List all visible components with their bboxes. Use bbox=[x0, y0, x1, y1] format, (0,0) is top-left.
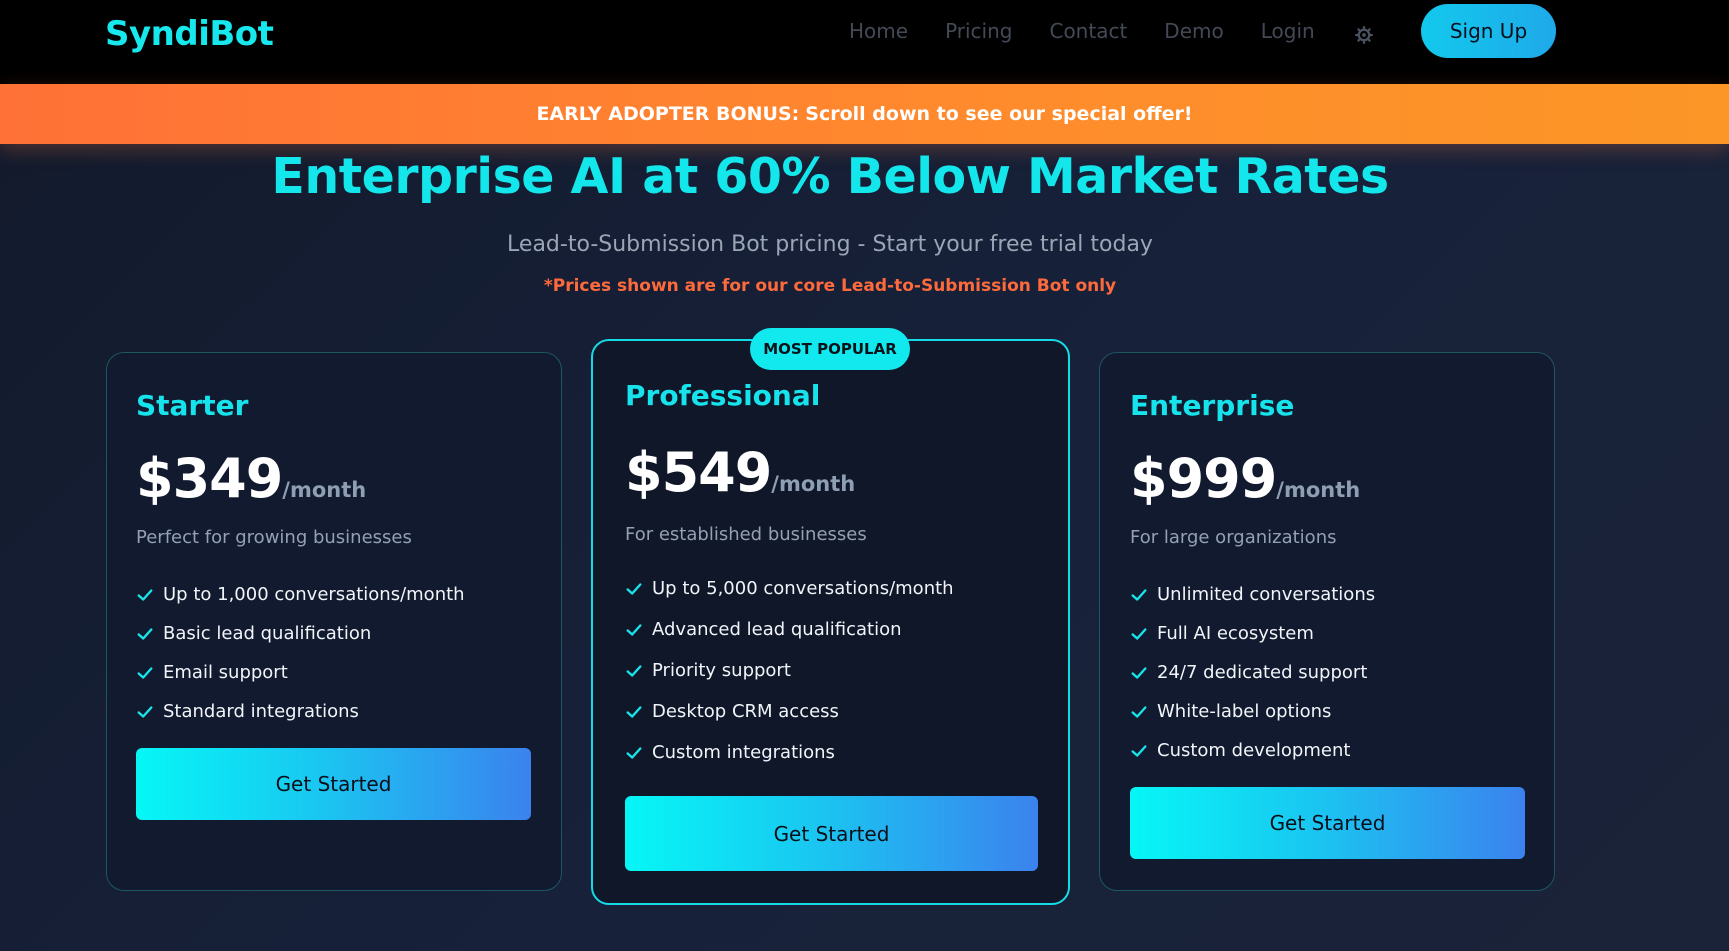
feature-text: Email support bbox=[163, 662, 288, 683]
plan-card-starter: Starter $349/month Perfect for growing b… bbox=[106, 352, 562, 891]
feature-text: White-label options bbox=[1157, 701, 1332, 722]
plan-price: $549/month bbox=[625, 441, 855, 504]
feature-text: Basic lead qualification bbox=[163, 623, 372, 644]
check-icon bbox=[1131, 627, 1147, 640]
nav-link-demo[interactable]: Demo bbox=[1164, 18, 1223, 44]
plan-name: Enterprise bbox=[1130, 389, 1295, 422]
feature-text: Custom integrations bbox=[652, 742, 835, 763]
check-icon bbox=[626, 664, 642, 677]
feature-list: Up to 1,000 conversations/month Basic le… bbox=[136, 575, 465, 731]
plan-description: For large organizations bbox=[1130, 527, 1337, 548]
price-amount: $549 bbox=[625, 441, 772, 504]
get-started-button[interactable]: Get Started bbox=[625, 796, 1038, 871]
banner-lead: EARLY ADOPTER BONUS: bbox=[536, 103, 800, 125]
plan-description: Perfect for growing businesses bbox=[136, 527, 412, 548]
feature-item: Unlimited conversations bbox=[1130, 575, 1375, 614]
feature-list: Up to 5,000 conversations/month Advanced… bbox=[625, 568, 954, 773]
feature-item: 24/7 dedicated support bbox=[1130, 653, 1375, 692]
pricing-note: *Prices shown are for our core Lead-to-S… bbox=[543, 276, 1117, 296]
banner-text: Scroll down to see our special offer! bbox=[805, 103, 1193, 125]
plan-name: Professional bbox=[625, 379, 821, 412]
feature-text: Unlimited conversations bbox=[1157, 584, 1376, 605]
feature-text: Priority support bbox=[652, 660, 791, 681]
feature-text: Full AI ecosystem bbox=[1157, 623, 1314, 644]
page-title: Enterprise AI at 60% Below Market Rates bbox=[271, 148, 1389, 205]
feature-text: Desktop CRM access bbox=[652, 701, 839, 722]
check-icon bbox=[626, 705, 642, 718]
feature-text: Custom development bbox=[1157, 740, 1351, 761]
plan-price: $999/month bbox=[1130, 447, 1360, 510]
feature-text: Standard integrations bbox=[163, 701, 359, 722]
check-icon bbox=[626, 746, 642, 759]
page-subtitle: Lead-to-Submission Bot pricing - Start y… bbox=[507, 232, 1153, 257]
gear-icon[interactable] bbox=[1353, 24, 1375, 46]
feature-item: Full AI ecosystem bbox=[1130, 614, 1375, 653]
plan-name: Starter bbox=[136, 389, 249, 422]
promo-banner: EARLY ADOPTER BONUS: Scroll down to see … bbox=[0, 84, 1729, 144]
feature-item: White-label options bbox=[1130, 692, 1375, 731]
feature-item: Advanced lead qualification bbox=[625, 609, 954, 650]
check-icon bbox=[1131, 744, 1147, 757]
plan-description: For established businesses bbox=[625, 524, 867, 545]
price-period: /month bbox=[1276, 478, 1361, 502]
top-nav: SyndiBot Home Pricing Contact Demo Login… bbox=[0, 0, 1729, 84]
check-icon bbox=[1131, 666, 1147, 679]
check-icon bbox=[137, 627, 153, 640]
feature-item: Up to 5,000 conversations/month bbox=[625, 568, 954, 609]
feature-item: Standard integrations bbox=[136, 692, 465, 731]
feature-item: Email support bbox=[136, 653, 465, 692]
feature-list: Unlimited conversations Full AI ecosyste… bbox=[1130, 575, 1375, 770]
nav-link-home[interactable]: Home bbox=[849, 18, 908, 44]
plan-price: $349/month bbox=[136, 447, 366, 510]
price-amount: $349 bbox=[136, 447, 283, 510]
nav-links: Home Pricing Contact Demo Login bbox=[849, 18, 1352, 44]
get-started-button[interactable]: Get Started bbox=[1130, 787, 1525, 859]
price-period: /month bbox=[282, 478, 367, 502]
price-amount: $999 bbox=[1130, 447, 1277, 510]
check-icon bbox=[1131, 705, 1147, 718]
feature-text: Up to 5,000 conversations/month bbox=[652, 578, 954, 599]
feature-text: Advanced lead qualification bbox=[652, 619, 902, 640]
check-icon bbox=[137, 588, 153, 601]
feature-item: Priority support bbox=[625, 650, 954, 691]
feature-item: Desktop CRM access bbox=[625, 691, 954, 732]
plan-card-enterprise: Enterprise $999/month For large organiza… bbox=[1099, 352, 1555, 891]
feature-item: Custom development bbox=[1130, 731, 1375, 770]
feature-text: 24/7 dedicated support bbox=[1157, 662, 1368, 683]
check-icon bbox=[1131, 588, 1147, 601]
get-started-button[interactable]: Get Started bbox=[136, 748, 531, 820]
price-period: /month bbox=[771, 472, 856, 496]
plan-card-professional: Professional $549/month For established … bbox=[591, 339, 1070, 905]
most-popular-badge: MOST POPULAR bbox=[750, 328, 910, 370]
feature-item: Up to 1,000 conversations/month bbox=[136, 575, 465, 614]
check-icon bbox=[137, 666, 153, 679]
nav-link-login[interactable]: Login bbox=[1261, 18, 1315, 44]
nav-link-contact[interactable]: Contact bbox=[1049, 18, 1127, 44]
logo[interactable]: SyndiBot bbox=[105, 14, 274, 54]
feature-item: Custom integrations bbox=[625, 732, 954, 773]
feature-text: Up to 1,000 conversations/month bbox=[163, 584, 465, 605]
check-icon bbox=[626, 623, 642, 636]
signup-button[interactable]: Sign Up bbox=[1421, 4, 1556, 58]
check-icon bbox=[626, 582, 642, 595]
nav-link-pricing[interactable]: Pricing bbox=[945, 18, 1012, 44]
feature-item: Basic lead qualification bbox=[136, 614, 465, 653]
check-icon bbox=[137, 705, 153, 718]
